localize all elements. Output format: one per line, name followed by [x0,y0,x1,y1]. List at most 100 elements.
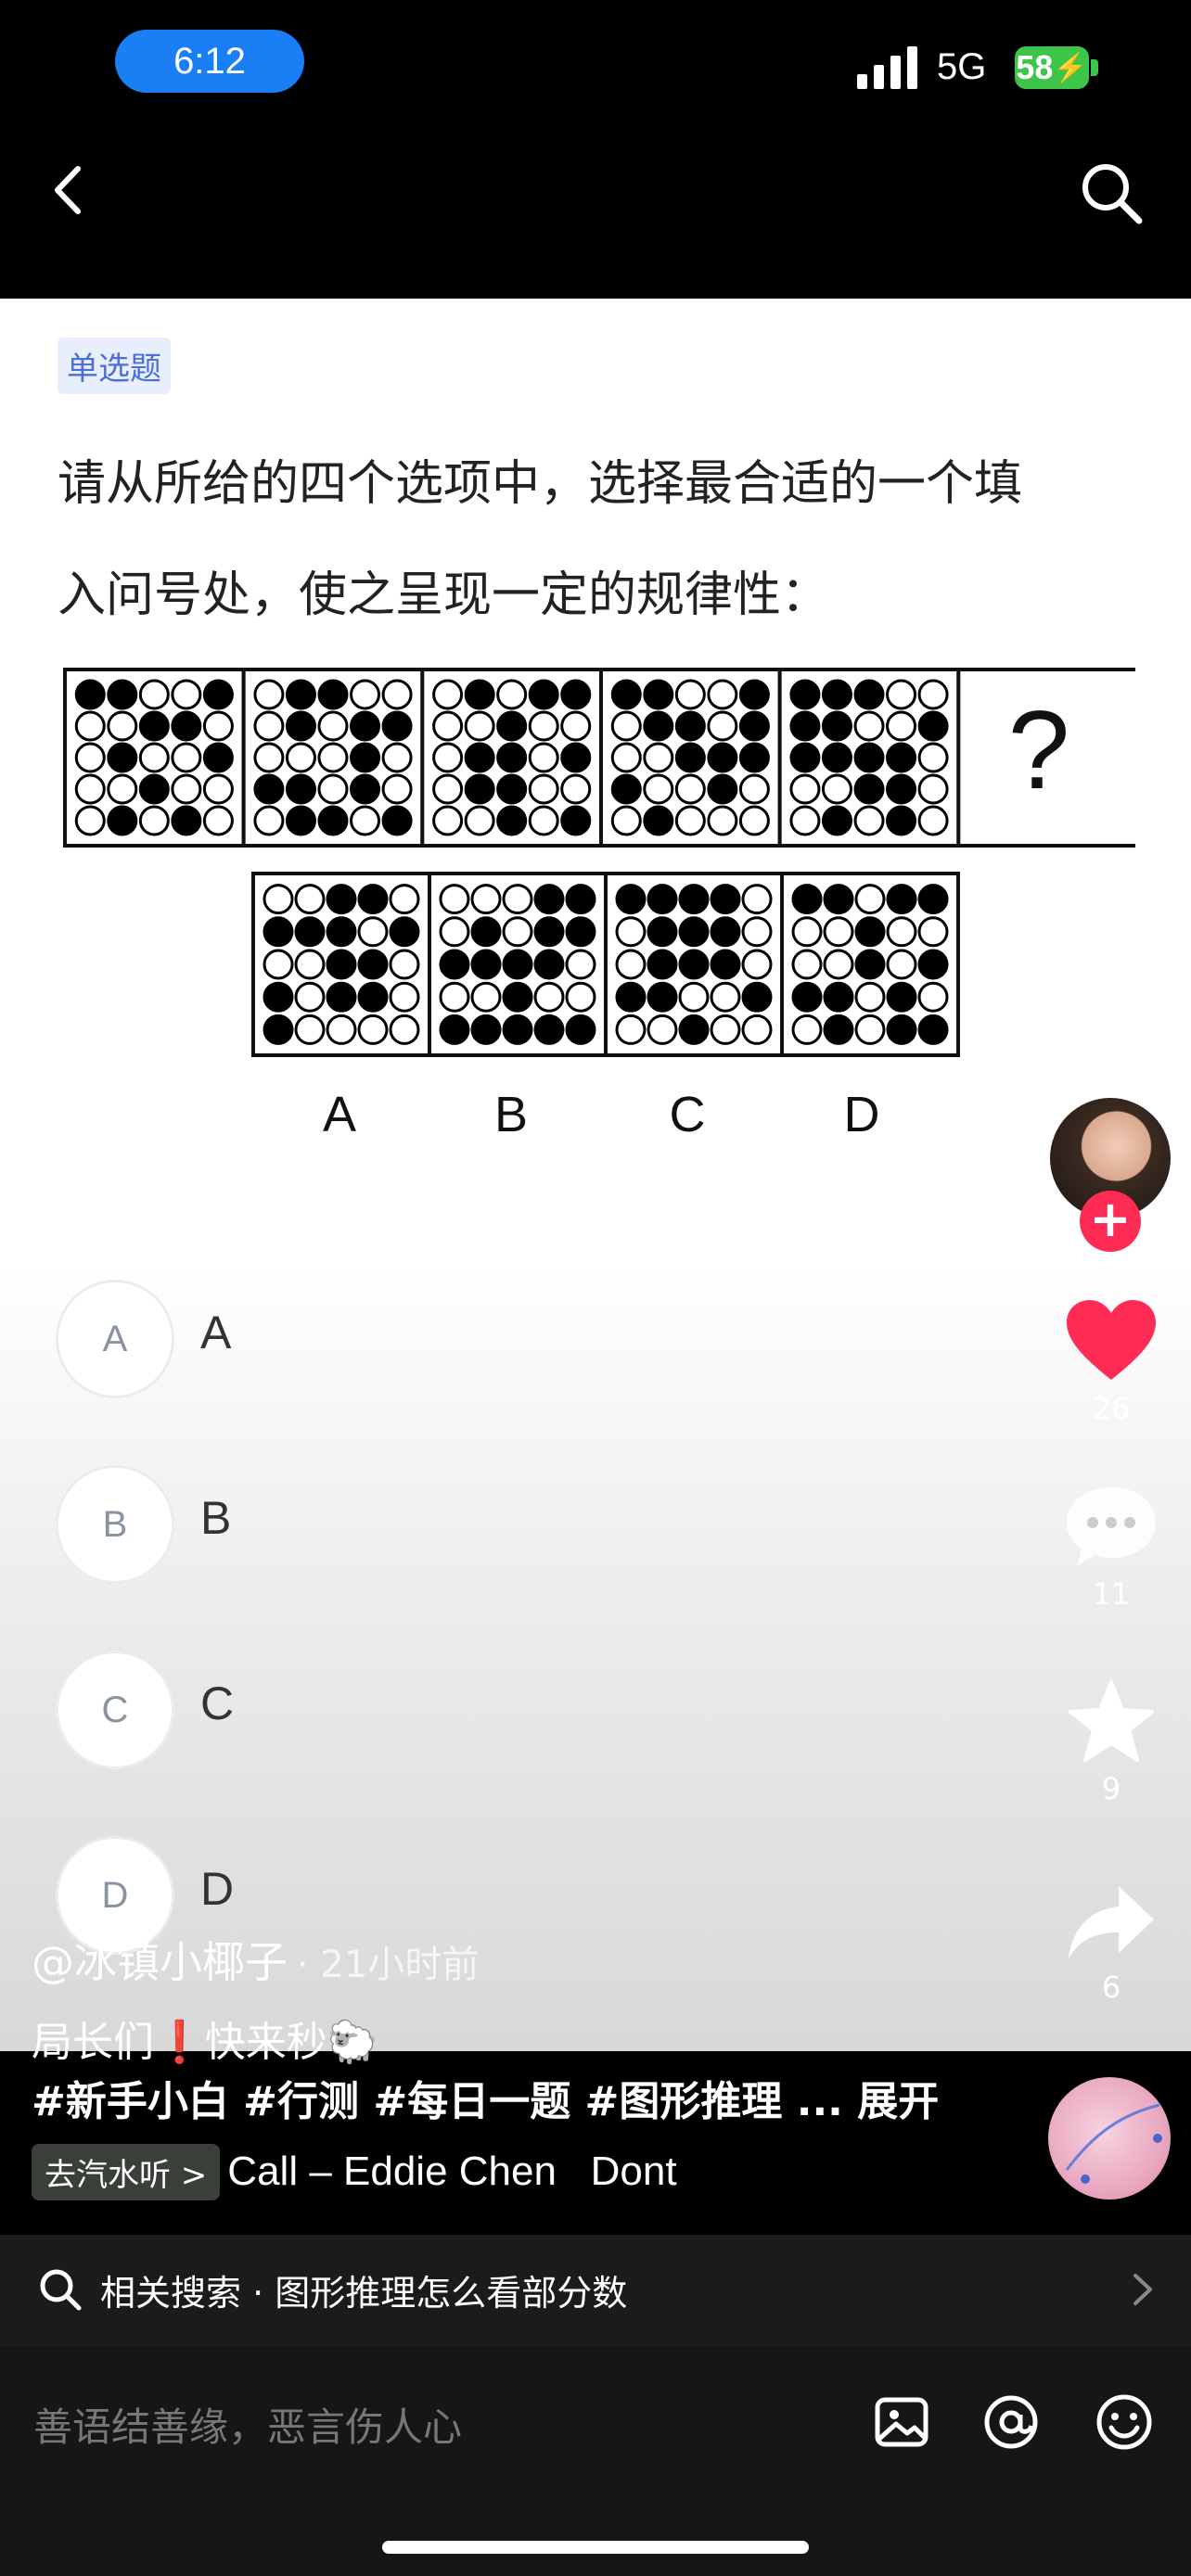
comment-input[interactable]: 善语结善缘，恶言伤人心 [33,2396,462,2453]
puzzle-dot [107,805,138,836]
puzzle-dot [610,679,642,710]
puzzle-dot [886,884,917,915]
puzzle-dot [470,949,502,980]
figure-letter-a: A [323,1087,356,1142]
puzzle-dot [528,710,559,742]
option-b-circle[interactable]: B [56,1465,174,1584]
back-icon[interactable] [37,158,102,223]
music-disc[interactable] [1048,2077,1171,2200]
puzzle-dot [823,981,854,1013]
puzzle-dot [741,884,773,915]
puzzle-dot [643,805,674,836]
favorite-action[interactable]: 9 [1043,1678,1180,1806]
post-author-line: @冰镇小椰子 · 21小时前 [32,1929,479,1990]
puzzle-dot [647,1014,678,1045]
puzzle-dot [496,773,528,805]
puzzle-dot [917,742,949,773]
search-icon[interactable] [1076,158,1146,228]
puzzle-dot [710,981,741,1013]
puzzle-dot [502,981,533,1013]
puzzle-dot [533,884,565,915]
puzzle-dot [853,805,885,836]
puzzle-dot [853,679,885,710]
like-action[interactable]: 26 [1043,1298,1180,1426]
emoji-icon[interactable] [1095,2392,1154,2452]
puzzle-dot [502,949,533,980]
puzzle-dot [439,981,470,1013]
question-text: 请从所给的四个选项中，选择最合适的一个填 入问号处，使之呈现一定的规律性： [58,428,1124,651]
figure-letter-d: D [844,1087,880,1142]
puzzle-dot [263,1014,294,1045]
puzzle-dot [502,884,533,915]
comment-count: 11 [1092,1576,1131,1612]
puzzle-dot [789,710,821,742]
puzzle-dot [643,679,674,710]
puzzle-dot [674,805,706,836]
top-nav [0,130,1191,297]
puzzle-dot [710,949,741,980]
option-c-circle[interactable]: C [56,1651,174,1769]
puzzle-dot [350,773,381,805]
option-a-circle[interactable]: A [56,1280,174,1398]
share-icon[interactable] [1065,1882,1158,1962]
heart-icon[interactable] [1065,1298,1158,1384]
figure-letter-b: B [494,1087,528,1142]
puzzle-dot [823,916,854,948]
status-time: 6:12 [115,30,304,93]
puzzle-dot [74,773,106,805]
open-music-app-button[interactable]: 去汽水听 > [32,2143,221,2200]
image-icon[interactable] [872,2392,931,2452]
puzzle-dot [886,1014,917,1045]
post-hashtags[interactable]: #新手小白 #行测 #每日一题 #图形推理 ... 展开 [32,2068,939,2127]
option-b-label: B [200,1492,232,1544]
puzzle-dot [263,884,294,915]
puzzle-dot [389,884,420,915]
option-a[interactable]: A A [56,1280,519,1400]
puzzle-dot [821,773,852,805]
comment-action[interactable]: 11 [1043,1484,1180,1612]
puzzle-dot [350,710,381,742]
puzzle-dot [533,981,565,1013]
puzzle-dot [789,679,821,710]
mention-icon[interactable] [981,2392,1041,2452]
option-b[interactable]: B B [56,1465,519,1586]
related-search-bar[interactable]: 相关搜索 · 图形推理怎么看部分数 [0,2235,1191,2346]
puzzle-dot [643,742,674,773]
puzzle-dot [738,805,770,836]
puzzle-dot [350,742,381,773]
puzzle-dot [615,916,647,948]
share-action[interactable]: 6 [1043,1882,1180,2005]
puzzle-dot [357,916,389,948]
puzzle-dot [107,710,138,742]
puzzle-dot [917,981,949,1013]
puzzle-dot [854,884,886,915]
puzzle-dot [357,949,389,980]
puzzle-dot [647,981,678,1013]
puzzle-dot [789,742,821,773]
puzzle-dot [263,949,294,980]
puzzle-dot [202,679,234,710]
comment-icon[interactable] [1063,1484,1159,1569]
star-icon[interactable] [1067,1678,1156,1764]
puzzle-dot [917,949,949,980]
puzzle-dot [615,1014,647,1045]
puzzle-dot [565,916,596,948]
puzzle-dot [710,1014,741,1045]
puzzle-dot [528,773,559,805]
puzzle-dot [202,773,234,805]
option-c[interactable]: C C [56,1651,519,1771]
puzzle-dot [533,1014,565,1045]
follow-button[interactable]: + [1080,1191,1141,1252]
option-d-label: D [200,1863,235,1915]
puzzle-dot [738,679,770,710]
puzzle-dot [171,710,202,742]
author-name[interactable]: @冰镇小椰子 [32,1937,288,1987]
puzzle-dot [470,884,502,915]
network-label: 5G [937,46,987,87]
puzzle-dot [741,949,773,980]
puzzle-dot [74,742,106,773]
battery-indicator: 58 ⚡ [1015,46,1089,89]
music-title[interactable]: Call – Eddie Chen Dont [227,2149,676,2195]
puzzle-dot [285,710,316,742]
puzzle-dot [381,805,413,836]
